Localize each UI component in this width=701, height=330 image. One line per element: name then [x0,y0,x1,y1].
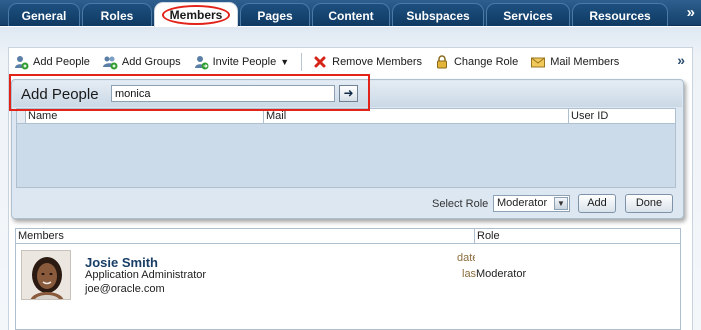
change-role-label: Change Role [453,56,519,68]
tab-content[interactable]: Content [312,3,390,26]
chevron-down-icon: ▼ [554,197,568,210]
tab-roles[interactable]: Roles [82,3,152,26]
tab-label: General [21,9,67,23]
tab-label: Services [503,9,553,23]
add-people-label: Add People [33,56,90,68]
invite-people-button[interactable]: Invite People ▼ [193,54,290,70]
member-last-fragment: las [462,268,476,280]
column-header-role[interactable]: Role [475,229,675,243]
column-header-mail[interactable]: Mail [264,109,569,123]
tab-subspaces[interactable]: Subspaces [392,3,484,26]
add-group-icon [102,54,118,70]
add-people-button[interactable]: Add People [13,54,90,70]
mail-members-label: Mail Members [550,56,620,68]
change-role-button[interactable]: Change Role [434,54,518,70]
chevron-down-icon: ▼ [280,57,290,67]
done-button[interactable]: Done [625,194,673,213]
add-button[interactable]: Add [578,194,616,213]
members-toolbar: Add People Add Groups Invite People ▼ Re… [13,51,693,73]
avatar [21,250,71,300]
column-header-name[interactable]: Name [26,109,264,123]
tab-pages[interactable]: Pages [240,3,310,26]
column-header-members[interactable]: Members [16,229,475,243]
tab-services[interactable]: Services [486,3,570,26]
row-selector-column [17,109,26,123]
results-header-row: Name Mail User ID [17,109,675,124]
member-role: Moderator [476,268,527,280]
tab-label: Content [328,9,374,23]
members-table: Members Role Josie Smith Application Adm… [15,228,681,330]
mail-icon [530,54,546,70]
lock-icon [434,54,450,70]
role-action-row: Select Role Moderator ▼ Add Done [12,194,683,216]
tab-label: Pages [257,9,293,23]
column-header-user-id[interactable]: User ID [569,109,675,123]
add-groups-button[interactable]: Add Groups [102,54,181,70]
selected-role-value: Moderator [497,197,548,209]
members-header-row: Members Role [16,229,680,244]
tab-label: Members [161,5,231,25]
add-person-icon [13,54,29,70]
member-name-link[interactable]: Josie Smith [85,255,158,270]
member-email: joe@oracle.com [85,283,165,295]
highlight-annotation [9,74,370,111]
tab-label: Subspaces [406,9,470,23]
toolbar-overflow-chevron-icon[interactable]: » [677,52,685,68]
search-results-table: Name Mail User ID [16,108,676,188]
tab-bar: General Roles Members Pages Content Subs… [0,0,701,27]
role-select[interactable]: Moderator ▼ [493,195,570,212]
tab-more-chevron-icon[interactable]: » [687,4,695,21]
invite-person-icon [193,54,209,70]
invite-people-label: Invite People [212,56,277,68]
tab-members[interactable]: Members [154,2,238,27]
add-groups-label: Add Groups [121,56,181,68]
member-date-fragment: date [457,252,475,264]
toolbar-divider [301,53,303,71]
tab-resources[interactable]: Resources [572,3,668,26]
tab-label: Resources [589,9,651,23]
select-role-label: Select Role [432,198,489,210]
tab-general[interactable]: General [8,3,80,26]
mail-members-button[interactable]: Mail Members [530,54,619,70]
remove-members-button[interactable]: Remove Members [312,54,422,70]
tab-label: Roles [100,9,134,23]
remove-x-icon [312,54,328,70]
member-title: Application Administrator [85,269,207,281]
remove-members-label: Remove Members [332,56,422,68]
